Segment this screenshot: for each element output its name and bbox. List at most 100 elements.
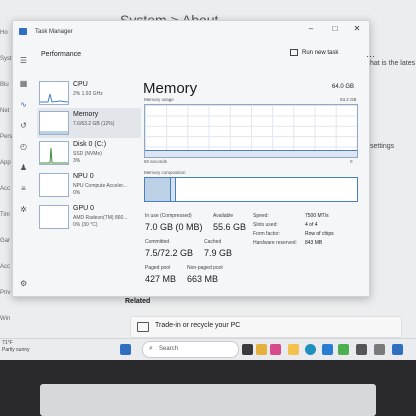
device-detail: NPU Compute Acceler... [73, 183, 127, 189]
hardware-reserved-label: Hardware reserved: [253, 240, 297, 246]
device-name: NPU 0 [73, 173, 94, 180]
disk-thumbnail [39, 141, 69, 165]
processes-icon[interactable]: ▦ [19, 79, 28, 88]
memory-usage-max: 63.2 GB [340, 97, 357, 102]
sidebar-item-home[interactable]: Ho [0, 30, 12, 56]
memory-thumb-fill [40, 131, 68, 134]
disk-sparkline [40, 147, 68, 164]
services-icon[interactable]: ✲ [19, 205, 28, 214]
sidebar-item-apps[interactable]: App [0, 160, 12, 186]
sidebar-item-network[interactable]: Net [0, 108, 12, 134]
widgets-icon[interactable] [256, 344, 267, 355]
memory-usage-graph [144, 104, 358, 158]
startup-apps-icon[interactable]: ◴ [19, 142, 28, 151]
taskbar-search[interactable]: ⌕ Search [142, 341, 239, 358]
task-view-icon[interactable] [242, 344, 253, 355]
settings-sidebar: Ho Syst Blu Net Pers App Acc Tim Gar Acc… [0, 30, 12, 342]
device-name: Disk 0 (C:) [73, 141, 107, 148]
device-name: CPU [73, 81, 88, 88]
nav-rail: ☰ ▦ ∿ ↺ ◴ ♟ ≡ ✲ [13, 43, 35, 296]
edge-icon[interactable] [305, 344, 316, 355]
more-options-icon[interactable]: … [366, 49, 375, 59]
sidebar-item-personalization[interactable]: Pers [0, 134, 12, 160]
run-new-task-button[interactable]: Run new task [290, 49, 338, 56]
cpu-sparkline [40, 93, 69, 103]
performance-icon[interactable]: ∿ [19, 100, 28, 109]
sidebar-item-time[interactable]: Tim [0, 212, 12, 238]
form-factor-label: Form factor: [253, 231, 280, 237]
in-use-label: In use (Compressed) [145, 213, 192, 219]
device-usage: 0% [73, 190, 81, 196]
users-icon[interactable]: ♟ [19, 163, 28, 172]
non-paged-pool-value: 663 MB [187, 274, 219, 284]
device-detail: SSD (NVMe) [73, 151, 102, 157]
weather-desc: Partly sunny [2, 347, 30, 353]
app-history-icon[interactable]: ↺ [19, 121, 28, 130]
maximize-button[interactable]: □ [329, 24, 341, 33]
available-label: Available [213, 213, 234, 219]
sidebar-item-system[interactable]: Syst [0, 56, 12, 82]
settings-taskbar-icon[interactable] [356, 344, 367, 355]
sidebar-item-bluetooth[interactable]: Blu [0, 82, 12, 108]
paged-pool-value: 427 MB [145, 274, 177, 284]
memory-composition-bar [144, 177, 358, 202]
page-title: Performance [41, 51, 82, 58]
memory-usage-label: Memory usage [144, 97, 174, 102]
graph-time-label: 60 seconds [144, 159, 168, 164]
minimize-button[interactable]: – [305, 24, 317, 33]
start-icon[interactable] [120, 344, 131, 355]
hamburger-icon[interactable]: ☰ [19, 56, 28, 65]
form-factor-value: Row of chips [305, 231, 334, 237]
run-task-icon [290, 49, 298, 56]
laptop-icon [137, 322, 149, 332]
device-gpu[interactable]: GPU 0 AMD Radeon(TM) 860... 0% (30 °C) [37, 202, 141, 232]
sidebar-item-gaming[interactable]: Gar [0, 238, 12, 264]
title-bar[interactable]: Task Manager – □ ✕ [13, 21, 369, 43]
close-button[interactable]: ✕ [351, 24, 363, 33]
device-name: GPU 0 [73, 205, 95, 212]
device-detail: 7.6/63.2 GB (12%) [73, 121, 115, 127]
memory-total: 64.0 GB [332, 84, 355, 90]
task-manager-taskbar-icon[interactable] [338, 344, 349, 355]
settings-partial-link[interactable]: settings [370, 143, 394, 150]
settings-gear-icon[interactable]: ⚙ [20, 279, 27, 288]
run-new-task-label: Run new task [302, 50, 339, 57]
device-memory[interactable]: Memory 7.6/63.2 GB (12%) [37, 108, 141, 138]
file-explorer-icon[interactable] [288, 344, 299, 355]
device-usage: 3% [73, 158, 81, 164]
device-detail: 2% 1.92 GHz [73, 91, 103, 97]
device-list: CPU 2% 1.92 GHz Memory 7.6/63.2 GB (12%)… [35, 74, 141, 296]
in-use-value: 7.0 GB (0 MB) [145, 222, 203, 232]
related-heading: Related [125, 298, 151, 305]
device-name: Memory [73, 111, 99, 118]
details-icon[interactable]: ≡ [19, 184, 28, 193]
graph-zero-label: 0 [350, 159, 353, 164]
sidebar-item-accessibility[interactable]: Acc [0, 264, 12, 290]
window-title: Task Manager [35, 29, 73, 35]
slots-value: 4 of 4 [305, 222, 318, 228]
npu-thumbnail [39, 173, 69, 197]
copilot-icon[interactable] [270, 344, 281, 355]
device-cpu[interactable]: CPU 2% 1.92 GHz [37, 78, 141, 108]
performance-header: Performance Run new task … [35, 47, 375, 63]
system-tray-icon[interactable] [392, 344, 403, 355]
memory-composition-label: Memory composition [144, 170, 186, 175]
cpu-thumbnail [39, 81, 69, 105]
committed-value: 7.5/72.2 GB [145, 248, 194, 258]
available-value: 55.6 GB [213, 222, 247, 232]
tray-icon[interactable] [374, 344, 385, 355]
weather-widget[interactable]: 71°F Partly sunny [2, 340, 30, 354]
composition-in-use [145, 178, 171, 201]
speed-label: Speed: [253, 213, 269, 219]
store-icon[interactable] [322, 344, 333, 355]
device-disk[interactable]: Disk 0 (C:) SSD (NVMe) 3% [37, 138, 141, 168]
cached-label: Cached [204, 239, 222, 245]
sidebar-item-accounts[interactable]: Acc [0, 186, 12, 212]
device-npu[interactable]: NPU 0 NPU Compute Acceler... 0% [37, 170, 141, 200]
memory-usage-fill [145, 149, 357, 157]
trade-in-item[interactable]: Trade-in or recycle your PC [130, 316, 402, 338]
sidebar-item-privacy[interactable]: Priv [0, 290, 12, 316]
paged-pool-label: Paged pool [145, 265, 171, 271]
non-paged-pool-label: Non-paged pool [187, 265, 223, 271]
device-detail: AMD Radeon(TM) 860... [73, 215, 128, 221]
